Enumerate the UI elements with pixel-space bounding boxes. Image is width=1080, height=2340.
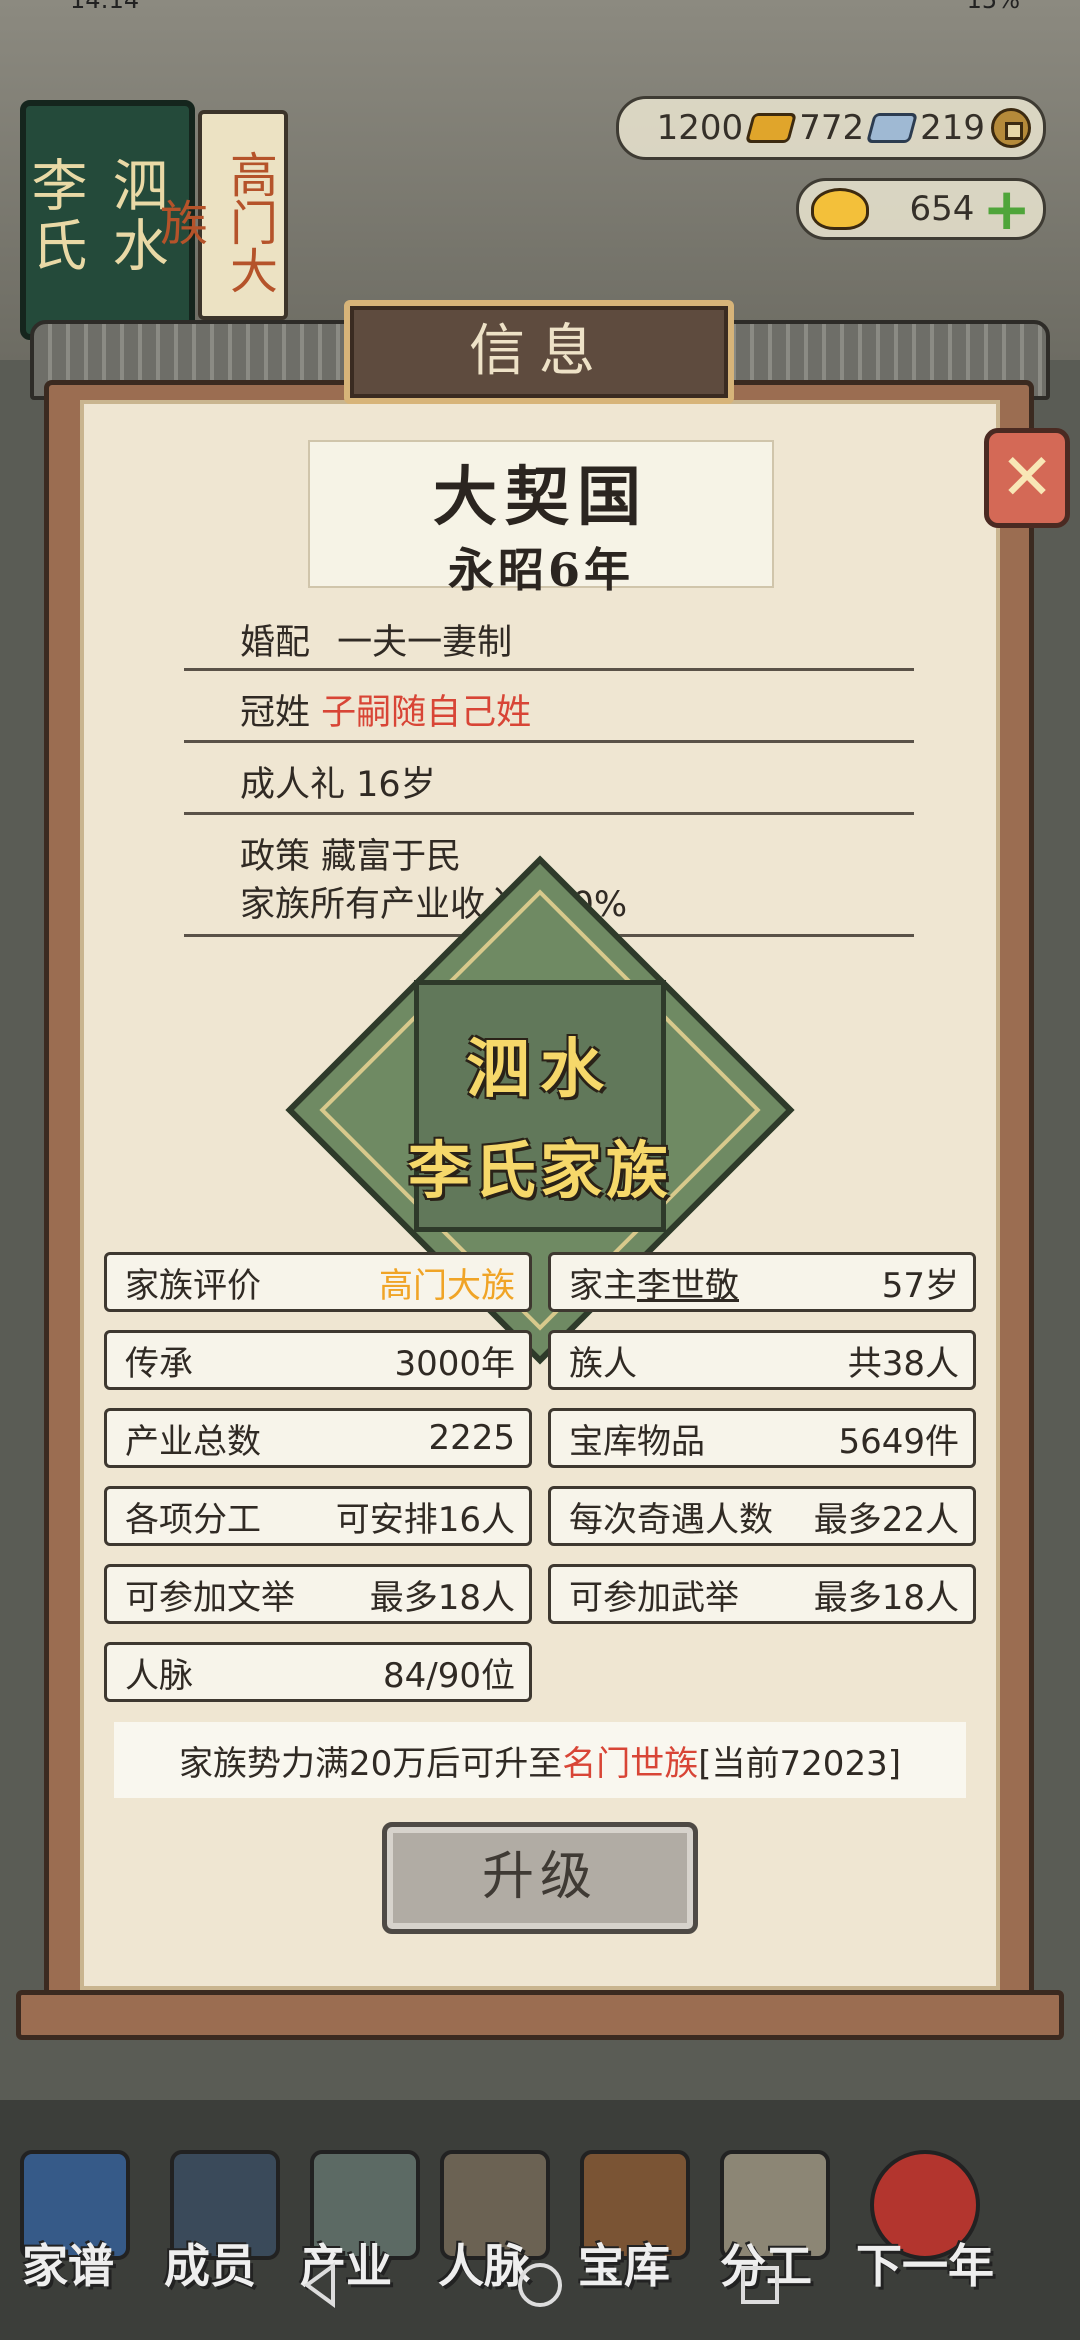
stat-heritage: 传承 3000年 [104, 1330, 532, 1390]
stat-label: 人脉 [125, 1655, 193, 1696]
recents-icon[interactable] [735, 2260, 785, 2310]
upgrade-requirement: 家族势力满20万后可升至 名门世族 [当前72023] [114, 1722, 966, 1798]
stat-division-of-labor: 各项分工 可安排16人 [104, 1486, 532, 1546]
era-year: 永昭6年 [447, 543, 634, 597]
stat-label: 家主 [569, 1265, 637, 1306]
currency-bar: 1200 772 219 [616, 96, 1046, 160]
policy-coming-of-age: 成人礼 16岁 [184, 756, 914, 807]
close-button[interactable]: ✕ [984, 428, 1070, 528]
policy-label: 婚配 [240, 623, 311, 663]
ingot-amount: 654 [909, 189, 975, 229]
era-box: 大契国 永昭6年 [308, 440, 774, 597]
stat-encounter-count: 每次奇遇人数 最多22人 [548, 1486, 976, 1546]
policy-value: 子嗣随自己姓 [321, 693, 532, 733]
family-rank-tag: 高门大族 [151, 110, 288, 320]
stat-label: 家族评价 [125, 1265, 261, 1306]
policy-surname: 冠姓 子嗣随自己姓 [184, 684, 914, 735]
silver-amount: 772 [799, 108, 865, 148]
stat-label: 宝库物品 [569, 1421, 705, 1462]
era-name: 大契国 [433, 460, 649, 535]
stat-value: 最多18人 [813, 1577, 959, 1618]
policy-label: 成人礼 [240, 765, 346, 805]
divider [184, 812, 914, 815]
promo-target-rank: 名门世族 [562, 1743, 699, 1784]
ingot-bar: 654 + [796, 178, 1046, 240]
stat-value: 最多18人 [369, 1577, 515, 1618]
gold-amount: 1200 [656, 108, 744, 148]
system-navigation [0, 2230, 1080, 2340]
stat-family-head[interactable]: 家主李世敬 57岁 [548, 1252, 976, 1312]
panel-base [16, 1990, 1064, 2040]
stat-label: 传承 [125, 1343, 193, 1384]
divider [184, 668, 914, 671]
policy-marriage: 婚配 一夫一妻制 [184, 614, 914, 665]
stat-industry-total: 产业总数 2225 [104, 1408, 532, 1468]
stat-family-rating: 家族评价 高门大族 [104, 1252, 532, 1312]
status-battery: 15% [966, 0, 1020, 14]
coin-amount: 219 [920, 108, 985, 148]
stat-value: 最多22人 [813, 1499, 959, 1540]
silver-bar-icon [866, 113, 919, 143]
back-icon[interactable] [295, 2260, 345, 2310]
stat-value: 可安排16人 [335, 1499, 515, 1540]
stat-connections: 人脉 84/90位 [104, 1642, 532, 1702]
stat-label: 可参加武举 [569, 1577, 739, 1618]
stat-label: 每次奇遇人数 [569, 1499, 773, 1540]
stat-treasury-items: 宝库物品 5649件 [548, 1408, 976, 1468]
stat-value: 84/90位 [383, 1655, 515, 1696]
policy-value: 藏富于民 [321, 837, 462, 877]
status-time: 14:14 [70, 0, 140, 14]
emblem-line1: 泗水 [466, 1032, 614, 1107]
upgrade-button[interactable]: 升级 [382, 1822, 698, 1934]
policy-value: 一夫一妻制 [337, 623, 513, 663]
stat-civil-exam: 可参加文举 最多18人 [104, 1564, 532, 1624]
stat-value: 高门大族 [379, 1265, 515, 1306]
stat-label: 族人 [569, 1343, 637, 1384]
policy-label: 冠姓 [240, 693, 311, 733]
stat-value: 5649件 [838, 1421, 959, 1462]
promo-current: [当前72023] [698, 1743, 901, 1784]
stat-label: 产业总数 [125, 1421, 261, 1462]
stat-value: 3000年 [394, 1343, 515, 1384]
home-icon[interactable] [515, 2260, 565, 2310]
stat-label: 各项分工 [125, 1499, 261, 1540]
policy-label: 政策 [240, 837, 311, 877]
stat-value: 共38人 [847, 1343, 959, 1384]
stat-label: 可参加文举 [125, 1577, 295, 1618]
copper-coin-icon [991, 108, 1031, 148]
promo-prefix: 家族势力满20万后可升至 [179, 1743, 563, 1784]
divider [184, 740, 914, 743]
stat-value: 2225 [428, 1418, 515, 1458]
gold-bar-icon [745, 113, 798, 143]
stat-military-exam: 可参加武举 最多18人 [548, 1564, 976, 1624]
emblem-line2: 李氏家族 [407, 1134, 672, 1207]
stat-value: 57岁 [881, 1265, 959, 1306]
family-head-name[interactable]: 李世敬 [637, 1266, 739, 1306]
status-bar: 14:14 15% [0, 0, 1080, 14]
policy-value: 16岁 [356, 765, 436, 805]
add-ingot-icon[interactable]: + [982, 180, 1031, 238]
gold-ingot-icon [811, 188, 869, 230]
panel-title: 信息 [344, 300, 734, 404]
stat-clan-members: 族人 共38人 [548, 1330, 976, 1390]
